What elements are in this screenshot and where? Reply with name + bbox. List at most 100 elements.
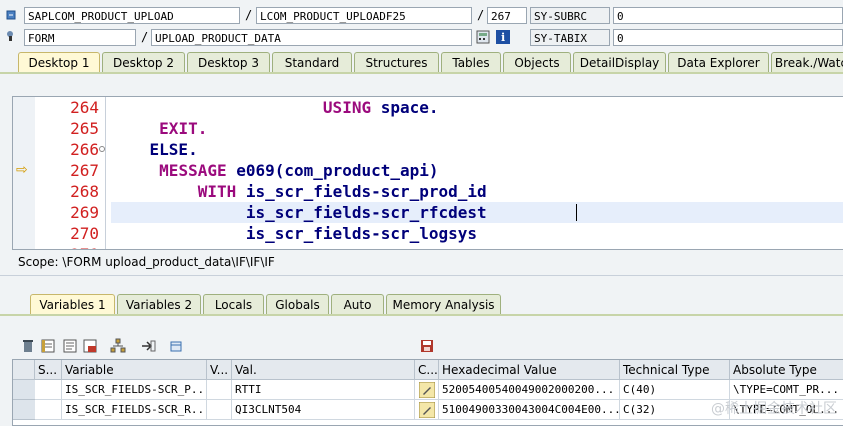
code-text: is_scr_fields-scr_logsys	[111, 224, 478, 243]
load-icon[interactable]	[82, 338, 98, 354]
sysfield-1[interactable]: SY-SUBRC	[530, 7, 610, 24]
table-cell[interactable]: 51004900330043004C004E00...	[439, 400, 620, 420]
desktop-tab-9[interactable]: Data Explorer	[668, 52, 769, 72]
type-field[interactable]: FORM	[24, 29, 136, 46]
slash-sep-1: /	[245, 8, 253, 22]
code-line[interactable]: is_scr_fields-scr_rfcdest	[111, 202, 487, 223]
name-field[interactable]: UPLOAD_PRODUCT_DATA	[151, 29, 472, 46]
program-field[interactable]: SAPLCOM_PRODUCT_UPLOAD	[24, 7, 240, 24]
current-line-arrow-icon: ⇨	[16, 162, 28, 178]
table-cell[interactable]: \TYPE=COMT_PR...	[730, 380, 843, 400]
edit-pencil-icon[interactable]	[418, 381, 436, 399]
code-line[interactable]: MESSAGE e069(com_product_api)	[111, 160, 439, 181]
row-selector[interactable]	[13, 380, 35, 400]
code-text: space.	[371, 98, 439, 117]
breakpoint-dot-icon	[99, 146, 105, 152]
sysvalue-1[interactable]: 0	[613, 7, 843, 24]
variable-tab-5[interactable]: Auto	[331, 294, 384, 314]
column-header-3[interactable]: V...	[207, 360, 232, 380]
desktop-tab-8[interactable]: DetailDisplay	[573, 52, 666, 72]
code-line[interactable]: USING space.	[111, 97, 439, 118]
variable-tabs: Variables 1 Variables 2 Locals Globals Auto M…	[0, 294, 843, 314]
save-icon[interactable]	[419, 338, 435, 354]
table-cell[interactable]: IS_SCR_FIELDS-SCR_P...	[62, 380, 207, 400]
variable-tab-3[interactable]: Locals	[203, 294, 264, 314]
table-cell[interactable]: RTTI	[232, 380, 415, 400]
line-number: 270	[70, 224, 99, 243]
table-cell[interactable]	[35, 400, 62, 420]
line-number-field[interactable]: 267	[487, 7, 527, 24]
navigate-icon[interactable]	[140, 338, 156, 354]
code-text: e069(com_product_api)	[226, 161, 439, 180]
code-line[interactable]: WITH is_scr_fields-scr_prod_id	[111, 181, 487, 202]
line-number: 268	[70, 182, 99, 201]
code-keyword: MESSAGE	[159, 161, 227, 180]
code-line[interactable]: EXIT.	[111, 118, 207, 139]
table-cell[interactable]: 52005400540049002000200...	[439, 380, 620, 400]
table-cell[interactable]: QI3CLNT504	[232, 400, 415, 420]
form-icon	[6, 30, 18, 42]
edit-pencil-icon[interactable]	[418, 401, 436, 419]
code-keyword: USING	[322, 98, 372, 117]
line-number: 264	[70, 98, 99, 117]
table-cell[interactable]: C(40)	[620, 380, 730, 400]
include-field[interactable]: LCOM_PRODUCT_UPLOADF25	[256, 7, 472, 24]
code-line[interactable]	[111, 244, 246, 249]
desktop-tab-2[interactable]: Desktop 2	[102, 52, 185, 72]
line-number: 269	[70, 203, 99, 222]
code-keyword: EXIT.	[159, 119, 208, 138]
variable-tab-6[interactable]: Memory Analysis	[386, 294, 501, 314]
code-line[interactable]: is_scr_fields-scr_logsys	[111, 223, 477, 244]
info-icon[interactable]: i	[496, 30, 510, 44]
desktop-tab-7[interactable]: Objects	[503, 52, 571, 72]
slash-sep-2: /	[477, 8, 485, 22]
scope-path: Scope: \FORM upload_product_data\IF\IF\I…	[18, 255, 275, 269]
variable-tab-1[interactable]: Variables 1	[30, 294, 115, 314]
hierarchy-icon[interactable]	[110, 338, 126, 354]
scope-divider	[0, 275, 843, 276]
line-number: 271	[35, 244, 99, 249]
delete-icon[interactable]	[20, 338, 36, 354]
table-cell[interactable]	[207, 380, 232, 400]
status-icon-row1	[6, 9, 16, 20]
sysfield-2[interactable]: SY-TABIX	[530, 29, 610, 46]
column-header-1[interactable]: S...	[35, 360, 62, 380]
list-icon[interactable]	[40, 338, 56, 354]
code-keyword: WITH	[197, 182, 237, 201]
code-line[interactable]: ELSE.	[111, 139, 198, 160]
text-cursor	[576, 204, 577, 221]
column-header-7[interactable]: Technical Type	[620, 360, 730, 380]
line-number: 267	[70, 161, 99, 180]
column-header-5[interactable]: C...	[415, 360, 439, 380]
source-editor[interactable]: ⇨ 264 USING space. 265 EXIT. 266 ELSE. 267 …	[12, 96, 843, 250]
object-icon[interactable]	[168, 338, 184, 354]
desktop-tab-6[interactable]: Tables	[441, 52, 501, 72]
column-header-2[interactable]: Variable	[62, 360, 207, 380]
column-header-4[interactable]: Val.	[232, 360, 415, 380]
details-icon[interactable]	[62, 338, 78, 354]
sysvalue-2[interactable]: 0	[613, 29, 843, 46]
column-header-8[interactable]: Absolute Type	[730, 360, 843, 380]
desktop-tabs-baseline	[0, 72, 843, 74]
table-cell[interactable]	[207, 400, 232, 420]
slash-sep-3: /	[141, 30, 149, 44]
table-corner[interactable]	[13, 360, 35, 380]
desktop-tab-1[interactable]: Desktop 1	[18, 52, 100, 72]
column-header-6[interactable]: Hexadecimal Value	[439, 360, 620, 380]
desktop-tab-5[interactable]: Structures	[354, 52, 439, 72]
desktop-tab-3[interactable]: Desktop 3	[187, 52, 270, 72]
table-cell[interactable]	[35, 380, 62, 400]
desktop-tab-10[interactable]: Break./Watc	[771, 52, 843, 72]
calculator-icon[interactable]	[476, 30, 490, 44]
variable-tab-2[interactable]: Variables 2	[117, 294, 201, 314]
row-selector[interactable]	[13, 400, 35, 420]
line-number: 265	[70, 119, 99, 138]
variable-tab-4[interactable]: Globals	[266, 294, 329, 314]
desktop-tab-4[interactable]: Standard	[272, 52, 352, 72]
table-cell[interactable]: IS_SCR_FIELDS-SCR_R...	[62, 400, 207, 420]
